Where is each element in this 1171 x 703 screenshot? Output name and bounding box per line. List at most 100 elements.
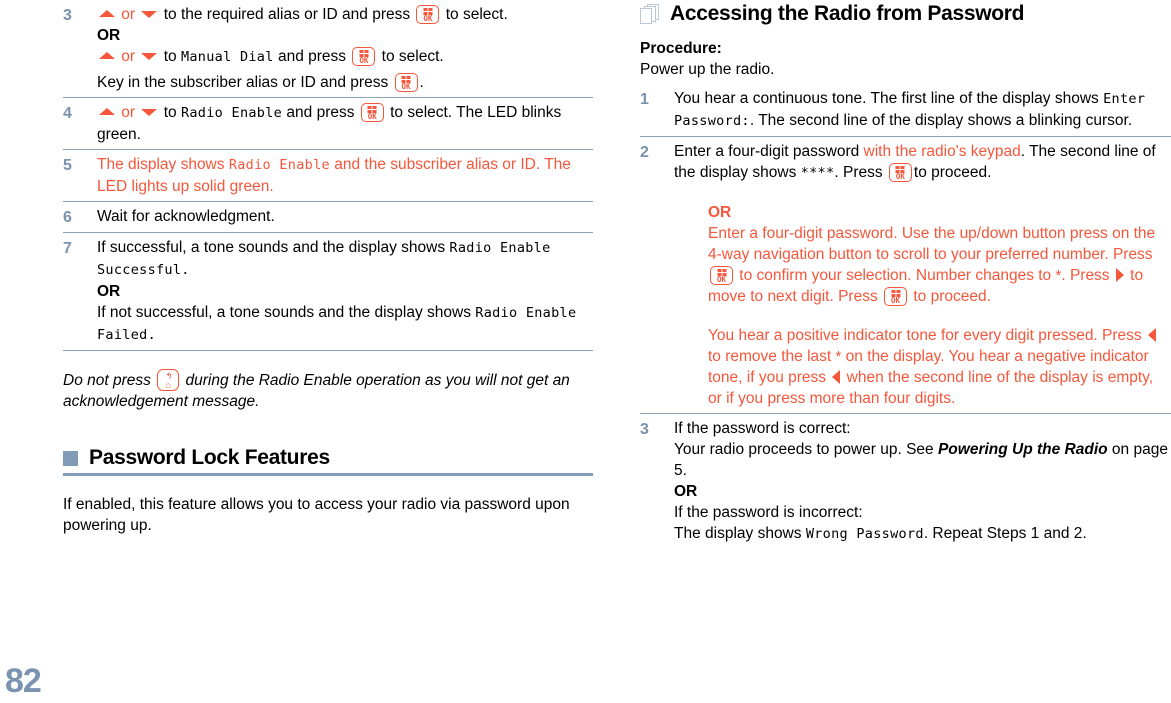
step-7-period-2: . [147,327,157,343]
page-number: 82 [5,662,42,700]
step-number: 2 [640,144,649,161]
step-3r-line-1: If the password is correct: [674,420,851,437]
or-text-2: to confirm your selection. Number change… [735,267,1056,284]
ok-key-icon[interactable]: OK [884,287,908,306]
nav-up-icon[interactable] [99,108,115,115]
display-text-radio-enable: Radio Enable [180,105,283,121]
step-3-line-3: or to Manual Dial and press OK to select… [97,46,593,68]
nav-left-icon[interactable] [832,370,841,384]
section-heading: Password Lock Features [63,446,593,470]
procedure-intro: Power up the radio. [640,61,775,78]
step-row-4: 4 or to Radio Enable and press OK to sel… [63,98,593,149]
step-4-text-2: and press [282,104,359,121]
step-3-text-4: and press [273,48,351,65]
step-row-5: 5 The display shows Radio Enable and the… [63,150,593,201]
step-number: 4 [63,105,72,122]
ok-key-icon[interactable]: OK [710,266,733,285]
step-7-period-1: . [181,262,190,278]
ok-key-label: OK [423,14,433,23]
ok-key-icon[interactable]: OK [888,163,912,182]
ok-key-label: OK [367,112,377,121]
ok-key-icon[interactable]: OK [416,5,440,24]
step-3r-text-4: . Repeat Steps 1 and 2. [923,525,1087,542]
section-body-text: If enabled, this feature allows you to a… [63,496,570,534]
right-column: Accessing the Radio from Password Proced… [640,0,1171,549]
step-2-orange-phrase: with the radio's keypad [863,143,1021,160]
nav-up-icon[interactable] [99,10,115,17]
display-text-radio-enable: Radio Enable [228,157,330,173]
ok-key-icon[interactable]: OK [360,103,384,122]
or-text-1: Enter a four-digit password. Use the up/… [708,225,1156,263]
step-body: If the password is correct: Your radio p… [674,418,1171,545]
nav-down-icon[interactable] [141,53,158,60]
procedure-label: Procedure: [640,40,722,57]
display-text-password-stars: **** [800,165,835,181]
tone-text-1: You hear a positive indicator tone for e… [708,327,1146,344]
step-3-text-1: to the required alias or ID and press [159,6,415,23]
step-2-main: Enter a four-digit password with the rad… [674,141,1171,184]
ok-key-icon[interactable]: OK [352,47,376,66]
step-2-text-4: to proceed. [913,164,992,181]
step-number: 3 [63,7,72,24]
display-text-wrong-password: Wrong Password [805,526,924,542]
ok-key-icon[interactable]: OK [394,73,418,92]
step-number: 5 [63,157,72,174]
cross-reference-link[interactable]: Powering Up the Radio [938,441,1108,458]
step-3-line-1: or to the required alias or ID and press… [97,4,593,25]
step-body: If successful, a tone sounds and the dis… [97,237,593,346]
section-title: Password Lock Features [89,446,330,469]
nav-down-icon[interactable] [141,109,158,116]
nav-right-icon[interactable] [1115,268,1124,282]
ok-key-label: OK [716,275,727,284]
step-body: or to Radio Enable and press OK to selec… [97,102,593,145]
ok-key-label: OK [401,82,411,91]
step-5-text-1: The display shows [97,156,229,173]
step-7-line-2: If not successful, a tone sounds and the… [97,302,593,346]
step-body: Enter a four-digit password with the rad… [674,141,1171,409]
nav-down-icon[interactable] [141,11,158,18]
step-3-text-7: . [419,74,424,91]
step-row-2: 2 Enter a four-digit password with the r… [640,137,1171,413]
or-text-3: . Press [1061,267,1114,284]
nav-up-icon[interactable] [99,52,115,59]
step-3-text-6: Key in the subscriber alias or ID and pr… [97,74,393,91]
step-number: 6 [63,209,72,226]
or-label-1: OR [97,27,121,44]
step-3r-text-3: The display shows [674,525,806,542]
ok-key-label: OK [359,56,369,65]
note-paragraph: Do not press ↰ ⌂ during the Radio Enable … [63,369,593,412]
step-row-3: 3 If the password is correct: Your radio… [640,414,1171,549]
section-heading: Accessing the Radio from Password [640,2,1171,26]
note-text-1: Do not press [63,372,156,389]
step-2-tone-paragraph: You hear a positive indicator tone for e… [708,325,1171,409]
or-label-2: OR [97,283,121,300]
step-3r-line-3: If the password is incorrect: [674,504,863,521]
back-home-key-icon[interactable]: ↰ ⌂ [157,369,180,391]
nav-left-icon[interactable] [1147,328,1156,342]
or-connector: or [117,104,140,121]
step-3r-text-1: Your radio proceeds to power up. See [674,441,938,458]
ok-key-label: OK [895,172,905,181]
section-title: Accessing the Radio from Password [670,2,1025,25]
ok-key-label: OK [891,296,901,305]
step-row-6: 6 Wait for acknowledgment. [63,202,593,232]
left-column: 3 or to the required alias or ID and pre… [63,0,593,536]
step-divider [63,350,593,351]
step-row-1: 1 You hear a continuous tone. The first … [640,84,1171,136]
step-row-7: 7 If successful, a tone sounds and the d… [63,233,593,350]
step-7-text-1: If successful, a tone sounds and the dis… [97,239,450,256]
step-number: 1 [640,91,649,108]
or-label-3: OR [708,204,732,221]
tone-text-2: to remove the last [708,348,836,365]
or-connector: or [117,48,140,65]
manual-page: 3 or to the required alias or ID and pre… [0,0,1171,703]
square-bullet-icon [63,450,78,466]
step-3r-line-4: The display shows Wrong Password. Repeat… [674,523,1171,545]
password-lock-section: Password Lock Features If enabled, this … [63,446,593,536]
step-body: or to the required alias or ID and press… [97,4,593,93]
or-text-5: to proceed. [909,288,991,305]
step-3-text-3: to [159,48,181,65]
step-number: 7 [63,240,72,257]
step-2-or-paragraph: Enter a four-digit password. Use the up/… [708,223,1171,307]
step-3-text-5: to select. [377,48,444,65]
